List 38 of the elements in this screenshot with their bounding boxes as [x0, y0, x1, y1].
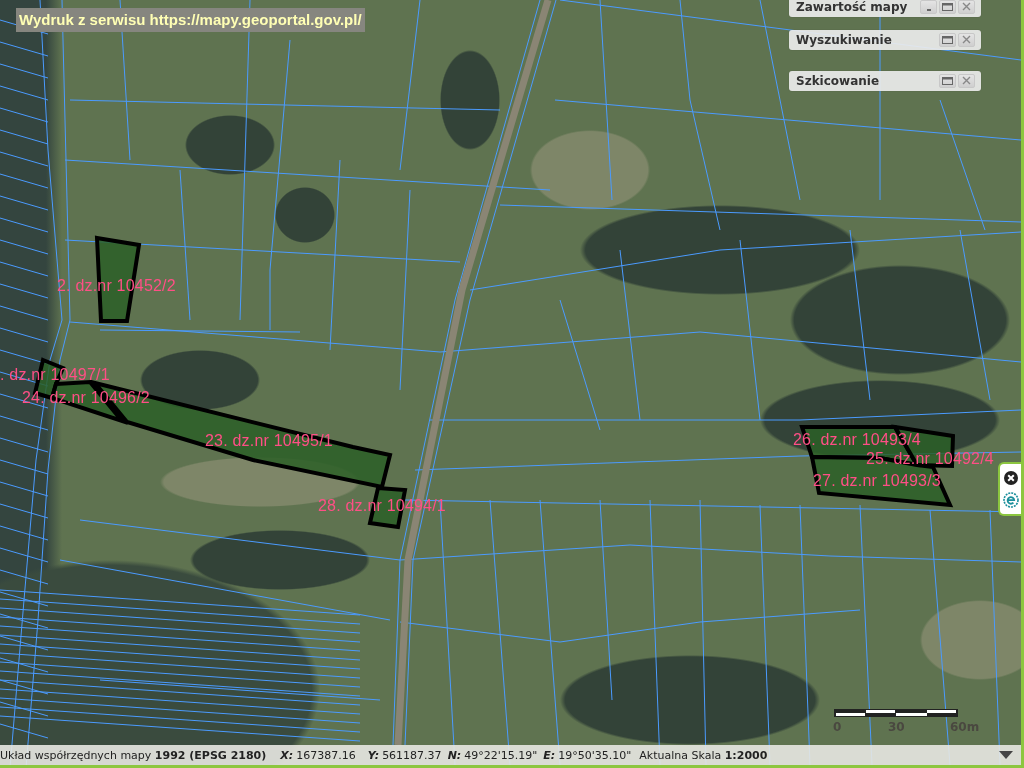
- panel-title[interactable]: Szkicowanie: [796, 73, 880, 89]
- map-scale-text: Aktualna Skala 1:2000: [639, 748, 768, 762]
- coordinate-value: 561187.37: [382, 748, 442, 762]
- restore-button[interactable]: [939, 0, 956, 14]
- close-circle-icon[interactable]: [1003, 470, 1018, 485]
- close-icon: [962, 35, 971, 44]
- letter-e-circle-icon[interactable]: [1002, 491, 1019, 508]
- close-button[interactable]: [958, 74, 975, 88]
- coordinate-system-text: Układ współrzędnych mapy 1992 (EPSG 2180): [0, 748, 267, 762]
- restore-button[interactable]: [939, 33, 956, 47]
- print-source-banner: Wydruk z serwisu https://mapy.geoportal.gov.pl/: [16, 8, 365, 32]
- collapsed-panel[interactable]: Szkicowanie: [789, 71, 981, 91]
- coordinate-value: 167387.16: [296, 748, 356, 762]
- window-icon: [942, 36, 953, 44]
- parcel-label: 26. dz.nr 10493/4: [793, 431, 921, 448]
- parcel-label: 24. dz.nr 10496/2: [22, 389, 150, 406]
- close-icon: [962, 2, 971, 11]
- window-icon: [942, 77, 953, 85]
- collapsed-panel[interactable]: Zawartość mapy: [789, 0, 981, 17]
- parcel-label: 23. dz.nr 10495/1: [205, 432, 333, 449]
- coordinate-label: E:: [543, 748, 556, 762]
- collapsed-panel[interactable]: Wyszukiwanie: [789, 30, 981, 50]
- coordinate-label: N:: [447, 748, 462, 762]
- close-button[interactable]: [958, 33, 975, 47]
- coordinate-label: X:: [280, 748, 294, 762]
- minimize-icon: [926, 9, 931, 11]
- coordinate-label: Y:: [367, 748, 380, 762]
- minimize-button[interactable]: [920, 0, 937, 14]
- restore-button[interactable]: [939, 74, 956, 88]
- panel-title[interactable]: Wyszukiwanie: [796, 32, 892, 48]
- window-icon: [942, 3, 953, 11]
- coordinate-value: 19°50'35.10": [558, 748, 632, 762]
- panel-title[interactable]: Zawartość mapy: [796, 0, 908, 15]
- close-button[interactable]: [958, 0, 975, 14]
- parcel-label: 27. dz.nr 10493/3: [813, 472, 941, 489]
- close-icon: [962, 76, 971, 85]
- coordinate-value: 49°22'15.19": [464, 748, 538, 762]
- caret-down-icon[interactable]: [999, 751, 1013, 759]
